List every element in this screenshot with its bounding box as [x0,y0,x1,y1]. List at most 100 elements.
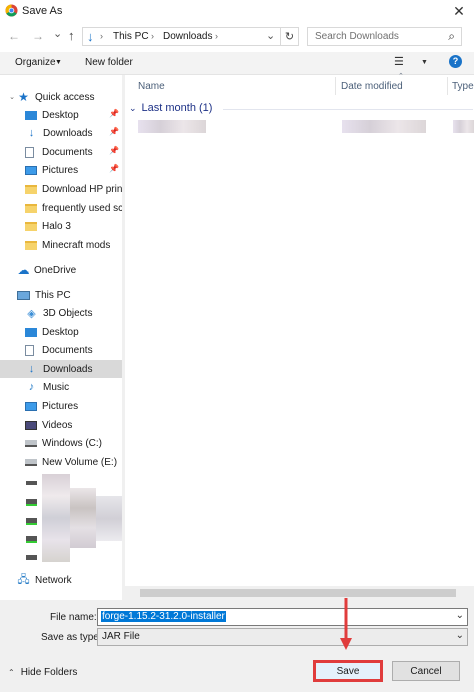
back-button[interactable]: ← [8,29,20,43]
chevron-down-icon: ⌄ [129,102,137,113]
sidebar-item-videos[interactable]: Videos [0,416,122,434]
sidebar-item-new-volume-e[interactable]: New Volume (E:) [0,453,122,471]
sidebar-item-pc-documents[interactable]: Documents [0,341,122,359]
sidebar-item-label: Desktop [42,326,79,338]
breadcrumb-separator: › [100,31,103,41]
chevron-down-icon: ⌄ [9,94,15,101]
chevron-down-icon[interactable]: ⌄ [456,610,464,621]
search-placeholder: Search Downloads [315,31,399,42]
sidebar-item-label: Halo 3 [42,220,71,232]
sidebar-item-label: Network [35,574,72,586]
music-note-icon: ♪ [28,381,35,393]
save-type-select[interactable]: JAR File ⌄ [97,628,468,646]
annotation-arrow [340,598,352,650]
sidebar-item-network[interactable]: 🖧 Network [0,571,122,589]
redacted-file-name [138,120,206,133]
sidebar-item-pc-downloads[interactable]: ↓ Downloads [0,360,122,378]
sidebar-item-label: Downloads [43,363,93,375]
pin-icon: 📌 [109,109,119,118]
sidebar-item-label: Pictures [42,164,79,176]
redacted-type [453,120,474,133]
breadcrumb-separator: › [215,31,218,41]
search-icon: ⌕ [448,29,455,43]
film-icon [25,420,37,430]
sidebar-item-minecraft-mods[interactable]: Minecraft mods [0,236,122,254]
recent-locations-dropdown[interactable]: ⌄ [53,27,62,40]
group-divider [223,109,473,110]
sidebar-item-downloads[interactable]: ↓ Downloads 📌 [0,124,122,142]
group-header[interactable]: ⌄ Last month (1) [129,102,473,114]
sidebar-item-pictures[interactable]: Pictures 📌 [0,161,122,179]
sidebar-item-download-hp[interactable]: Download HP printe [0,180,122,198]
pin-icon: 📌 [109,164,119,173]
sidebar-item-pc-desktop[interactable]: Desktop [0,323,122,341]
column-header-name[interactable]: Name [138,77,336,95]
sidebar-item-frequently-used[interactable]: frequently used scre [0,199,122,217]
search-input[interactable]: Search Downloads ⌕ [307,27,462,46]
column-header-type[interactable]: Type [452,77,474,95]
group-label: Last month (1) [141,102,213,114]
drive-icon [25,458,37,466]
sidebar-item-this-pc[interactable]: This PC [0,286,122,304]
sidebar-item-music[interactable]: ♪ Music [0,378,122,396]
cube-icon: ◈ [27,307,36,320]
breadcrumb-this-pc[interactable]: This PC [113,31,149,42]
redacted-block [42,474,70,562]
redacted-block [70,488,96,548]
sidebar-item-label: Download HP printe [42,183,122,195]
organize-button[interactable]: Organize [15,57,56,68]
help-button[interactable]: ? [449,55,462,68]
up-button[interactable]: ↑ [68,28,75,43]
sidebar-item-desktop[interactable]: Desktop 📌 [0,106,122,124]
network-drive-icon [26,536,37,543]
refresh-button[interactable]: ↻ [281,27,299,46]
sidebar-item-windows-c[interactable]: Windows (C:) [0,434,122,452]
sidebar-item-label: New Volume (E:) [42,456,118,468]
close-button[interactable]: ✕ [444,0,474,22]
sidebar-item-pc-pictures[interactable]: Pictures [0,397,122,415]
cancel-button-label: Cancel [410,665,442,677]
address-bar[interactable]: ↓ › This PC › Downloads › ⌄ [82,27,281,46]
breadcrumb-downloads[interactable]: Downloads [163,31,212,42]
sidebar-item-quick-access[interactable]: ⌄ ★ Quick access [0,88,122,106]
cancel-button[interactable]: Cancel [392,661,460,681]
redacted-date [342,120,426,133]
sidebar-item-label: This PC [35,289,71,301]
forward-button[interactable]: → [32,29,44,43]
chevron-up-icon: ⌃ [8,668,15,677]
sidebar-item-label: Pictures [42,400,79,412]
sidebar-item-label: 3D Objects [43,307,93,319]
sidebar-item-3d-objects[interactable]: ◈ 3D Objects [0,304,122,322]
save-button[interactable]: Save [313,660,383,682]
desktop-icon [25,327,37,337]
new-folder-button[interactable]: New folder [85,57,133,68]
sidebar-item-label: Windows (C:) [42,437,103,449]
drive-icon [25,439,37,447]
navigation-scrollbar[interactable] [122,75,125,600]
document-icon [25,146,34,158]
sidebar-item-onedrive[interactable]: ☁ OneDrive [0,261,122,279]
sidebar-item-label: Downloads [43,127,93,139]
file-row[interactable] [138,119,474,135]
star-icon: ★ [18,90,29,104]
download-arrow-icon: ↓ [28,127,35,139]
sidebar-item-halo3[interactable]: Halo 3 [0,217,122,235]
organize-dropdown-icon: ▼ [55,59,62,66]
sidebar-item-label: Documents [42,344,93,356]
filename-input[interactable]: forge-1.15.2-31.2.0-installer ⌄ [97,608,468,626]
scrollbar-thumb[interactable] [140,589,456,597]
refresh-icon: ↻ [284,31,295,43]
hide-folders-toggle[interactable]: ⌃ Hide Folders [8,667,77,678]
pictures-icon [25,401,37,411]
sidebar-item-label: Desktop [42,109,79,121]
column-header-date[interactable]: Date modified [341,77,447,95]
close-icon: ✕ [453,2,465,19]
view-options-icon[interactable]: ☰ [394,55,404,68]
chevron-down-icon: ⌄ [455,630,464,641]
sidebar-item-label: Documents [42,146,93,158]
view-dropdown-icon[interactable]: ▼ [421,59,428,66]
drive-icon [26,555,37,560]
folder-icon [25,240,37,250]
sidebar-item-documents[interactable]: Documents 📌 [0,143,122,161]
address-dropdown-icon[interactable]: ⌄ [266,29,275,42]
